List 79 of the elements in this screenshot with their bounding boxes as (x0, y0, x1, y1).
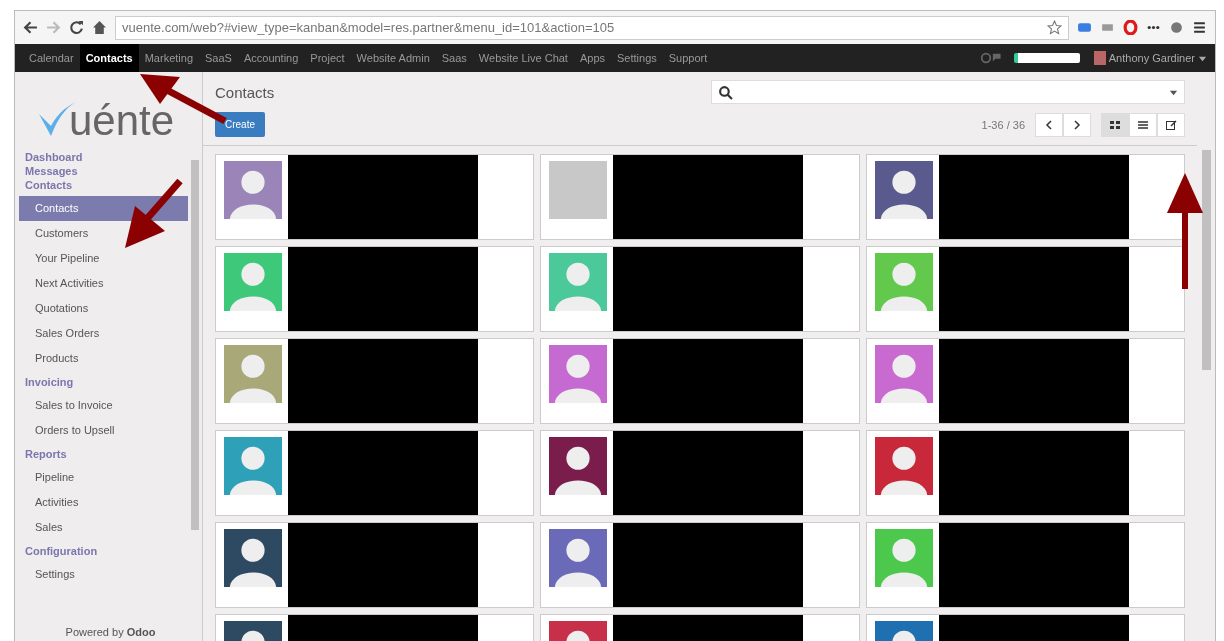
top-menu-item[interactable]: Accounting (237, 44, 305, 72)
home-icon[interactable] (92, 20, 107, 35)
contact-card[interactable] (865, 522, 1185, 608)
top-menu-item[interactable]: Project (304, 44, 351, 72)
page-title: Contacts (215, 83, 276, 101)
kanban-view-button[interactable] (1101, 112, 1129, 137)
list-view-button[interactable] (1129, 112, 1157, 137)
address-bar[interactable]: vuente.com/web?#view_type=kanban&model=res.partner&menu_id=101&action=105 (115, 15, 1069, 40)
sidebar-item[interactable]: Contacts (19, 196, 188, 221)
sidebar-item[interactable]: Sales (19, 515, 188, 540)
pager-text: 1-36 / 36 (981, 118, 1025, 131)
contact-card[interactable] (215, 154, 535, 240)
back-icon[interactable] (23, 20, 38, 35)
create-button[interactable]: Create (215, 112, 265, 137)
list-icon (1137, 118, 1149, 131)
url-text: vuente.com/web?#view_type=kanban&model=res.partner&menu_id=101&action=105 (122, 20, 616, 35)
sidebar-item[interactable]: Your Pipeline (19, 246, 188, 271)
sidebar-section[interactable]: Configuration (19, 544, 188, 558)
contact-card[interactable] (865, 430, 1185, 516)
top-menu-item[interactable]: SaaS (199, 44, 238, 72)
sidebar-item[interactable]: Orders to Upsell (19, 418, 188, 443)
contact-card[interactable] (865, 154, 1185, 240)
search-field[interactable] (1013, 53, 1080, 63)
sidebar-item[interactable]: Products (19, 346, 188, 371)
avatar-icon (1093, 51, 1106, 65)
form-view-button[interactable] (1157, 112, 1185, 137)
search-field[interactable] (711, 80, 1185, 104)
contact-card[interactable] (540, 430, 860, 516)
contact-card[interactable] (540, 246, 860, 332)
menu-icon[interactable] (1192, 20, 1207, 35)
user-menu[interactable]: Anthony Gardiner (1108, 52, 1195, 64)
contact-card[interactable] (865, 338, 1185, 424)
chevron-right-icon (1071, 118, 1083, 131)
powered-by-text: Powered by Odoo (64, 625, 157, 640)
scrollbar[interactable] (1202, 150, 1211, 370)
chat-icon[interactable] (991, 52, 1004, 64)
contact-card[interactable] (215, 430, 535, 516)
top-menu-item[interactable]: Saas (435, 44, 473, 72)
sidebar-section[interactable]: Contacts (19, 178, 188, 192)
contact-card[interactable] (540, 338, 860, 424)
logo-text: uénte (69, 100, 175, 142)
star-icon[interactable] (1047, 20, 1062, 35)
sidebar-item[interactable]: Activities (19, 490, 188, 515)
sidebar-item[interactable]: Pipeline (19, 465, 188, 490)
top-menu-item[interactable]: Calendar (23, 44, 80, 72)
contact-card[interactable] (215, 522, 535, 608)
sidebar-item[interactable]: Sales Orders (19, 321, 188, 346)
top-menu-item[interactable]: Marketing (138, 44, 199, 72)
sidebar-item[interactable]: Customers (19, 221, 188, 246)
previous-button[interactable] (1035, 112, 1063, 137)
opera-icon[interactable] (1123, 20, 1138, 35)
top-menu-item[interactable]: Support (662, 44, 714, 72)
chevron-left-icon (1043, 118, 1055, 131)
sidebar-section[interactable]: Invoicing (19, 375, 188, 389)
reload-icon[interactable] (69, 20, 84, 35)
sidebar-section[interactable]: Messages (19, 164, 188, 178)
contact-card[interactable] (215, 338, 535, 424)
sidebar-item[interactable]: Next Activities (19, 271, 188, 296)
contact-card[interactable] (540, 522, 860, 608)
sidebar-section[interactable]: Dashboard (19, 150, 188, 164)
sidebar-section[interactable]: Reports (19, 447, 188, 461)
scrollbar[interactable] (191, 160, 199, 530)
sidebar-item[interactable]: Quotations (19, 296, 188, 321)
grid-icon (1109, 118, 1121, 131)
top-menu-item[interactable]: Apps (573, 44, 611, 72)
contact-card[interactable] (540, 154, 860, 240)
sidebar-item[interactable]: Settings (19, 562, 188, 587)
top-menu-item[interactable]: Contacts (79, 44, 139, 72)
contact-card[interactable] (215, 246, 535, 332)
search-icon (718, 84, 733, 100)
edit-icon (1165, 118, 1177, 131)
top-menu-item[interactable]: Settings (611, 44, 663, 72)
clock-icon[interactable] (979, 52, 992, 64)
extension-icon[interactable] (1077, 20, 1092, 35)
sidebar-item[interactable]: Sales to Invoice (19, 393, 188, 418)
top-menu-item[interactable]: Website Admin (350, 44, 436, 72)
next-button[interactable] (1063, 112, 1091, 137)
contact-card[interactable] (865, 246, 1185, 332)
top-menu-item[interactable]: Website Live Chat (472, 44, 574, 72)
